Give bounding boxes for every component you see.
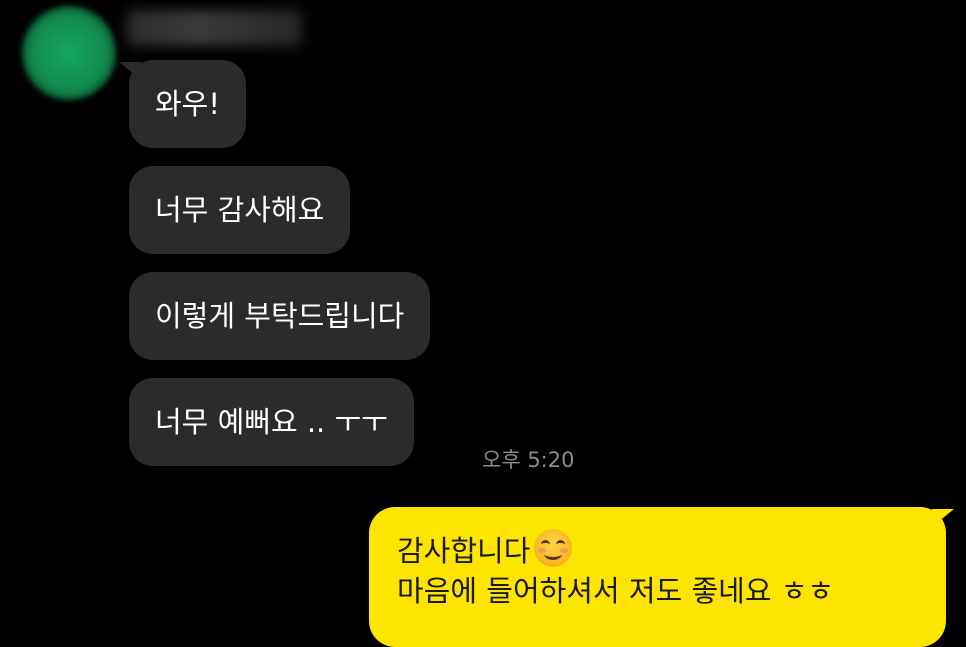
message-timestamp: 오후 5:20 bbox=[482, 448, 575, 472]
sender-avatar[interactable] bbox=[22, 6, 116, 100]
outgoing-message-bubble[interactable]: 감사합니다 마음에 들어하셔서 저도 좋네요 ㅎㅎ bbox=[369, 507, 954, 647]
outgoing-line-1: 감사합니다 bbox=[397, 529, 918, 571]
smiling-face-icon bbox=[534, 529, 573, 567]
outgoing-line-2: 마음에 들어하셔서 저도 좋네요 ㅎㅎ bbox=[397, 574, 835, 608]
sender-name bbox=[126, 10, 302, 46]
incoming-message-bubble[interactable]: 와우! bbox=[119, 60, 246, 148]
message-text: 너무 예뻐요 .. ㅜㅜ bbox=[155, 405, 388, 439]
message-text: 이렇게 부탁드립니다 bbox=[155, 299, 405, 333]
incoming-message-bubble[interactable]: 너무 감사해요 bbox=[129, 166, 351, 254]
message-text: 감사합니다 bbox=[397, 534, 531, 568]
message-text: 와우! bbox=[155, 87, 220, 121]
message-text: 너무 감사해요 bbox=[155, 193, 325, 227]
incoming-message-bubble[interactable]: 너무 예뻐요 .. ㅜㅜ bbox=[129, 378, 414, 466]
incoming-message-bubble[interactable]: 이렇게 부탁드립니다 bbox=[129, 272, 431, 360]
